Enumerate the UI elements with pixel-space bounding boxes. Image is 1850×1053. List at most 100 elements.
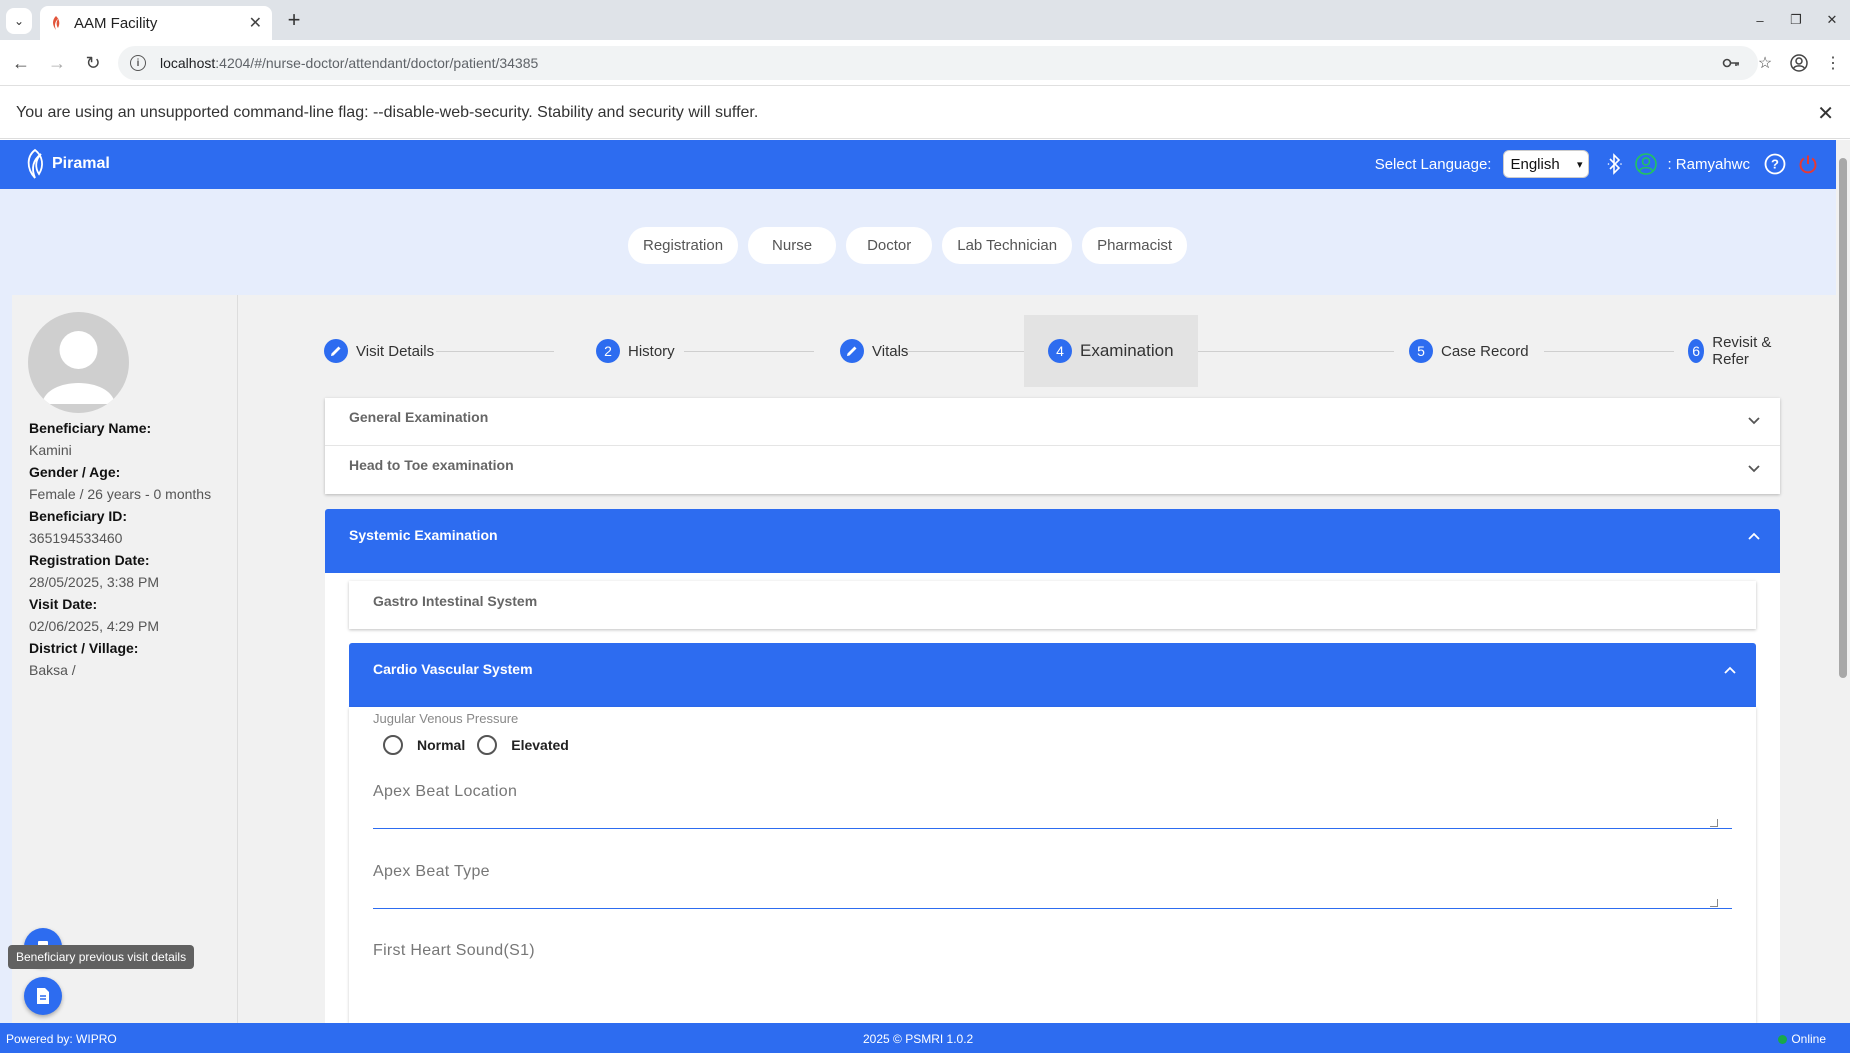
step-revisit-refer[interactable]: 6 Revisit & Refer [1688,315,1780,387]
registration-date: 28/05/2025, 3:38 PM [29,574,159,590]
window-controls: – ❐ ✕ [1742,0,1850,40]
language-select[interactable]: English ▾ [1503,150,1590,178]
reload-icon[interactable]: ↻ [80,50,106,76]
first-heart-sound-field[interactable]: First Heart Sound(S1) [373,942,1732,982]
menu-kebab-icon[interactable]: ⋮ [1816,50,1850,76]
step-case-record[interactable]: 5 Case Record [1409,315,1529,387]
role-tab-doctor[interactable]: Doctor [846,227,933,264]
browser-tab[interactable]: AAM Facility ✕ [40,6,272,40]
piramal-logo: Piramal [24,148,110,180]
logout-power-icon[interactable] [1798,154,1818,174]
chevron-down-icon [1748,460,1760,476]
beneficiary-name: Kamini [29,442,72,458]
svg-text:?: ? [1771,157,1779,172]
scrollbar-thumb[interactable] [1839,158,1847,678]
infobar-close-icon[interactable]: ✕ [1817,101,1834,126]
general-examination-panel[interactable]: General Examination [325,398,1780,446]
role-tab-nurse[interactable]: Nurse [748,227,837,264]
restore-icon[interactable]: ❐ [1778,12,1814,28]
beneficiary-name-label: Beneficiary Name: [29,420,152,436]
jvp-radio-group: Normal Elevated [383,735,581,755]
footer-copyright: 2025 © PSMRI 1.0.2 [863,1032,974,1046]
field-label: First Heart Sound(S1) [373,942,535,959]
role-tabs-area: Registration Nurse Doctor Lab Technician… [0,189,1836,295]
step-label: Case Record [1441,342,1529,360]
district-village: Baksa / [29,662,76,678]
site-info-icon[interactable]: i [130,55,146,71]
piramal-logo-icon [27,148,43,179]
help-icon[interactable]: ? [1764,153,1786,175]
document-icon [37,988,49,1004]
field-label: Apex Beat Type [373,863,490,880]
jvp-label: Jugular Venous Pressure [373,711,519,726]
resize-handle-icon[interactable] [1710,819,1718,827]
cardio-vascular-form: Jugular Venous Pressure Normal Elevated … [349,707,1756,1023]
apex-beat-type-field[interactable]: Apex Beat Type [373,863,1732,911]
minimize-icon[interactable]: – [1742,13,1778,28]
app-footer: Powered by: WIPRO 2025 © PSMRI 1.0.2 Onl… [0,1023,1850,1053]
step-number: 4 [1048,339,1072,363]
page-scrollbar[interactable] [1836,140,1850,1023]
apex-beat-location-field[interactable]: Apex Beat Location [373,783,1732,831]
footer-powered-by: Powered by: WIPRO [6,1032,117,1046]
jvp-normal-label[interactable]: Normal [417,737,465,753]
step-vitals[interactable]: Vitals [840,315,908,387]
pencil-icon [324,339,348,363]
step-number: 5 [1409,339,1433,363]
new-tab-button[interactable]: + [282,7,306,32]
beneficiary-id: 365194533460 [29,530,123,546]
bookmark-star-icon[interactable]: ☆ [1748,50,1782,76]
profile-icon[interactable] [1782,50,1816,76]
role-tab-registration[interactable]: Registration [628,227,739,264]
role-tab-pharmacist[interactable]: Pharmacist [1082,227,1188,264]
infobar-text: You are using an unsupported command-lin… [16,103,759,121]
password-key-icon[interactable] [1714,50,1748,76]
app-header: Piramal Select Language: English ▾ : Ram… [0,140,1836,189]
jvp-normal-radio[interactable] [383,735,403,755]
logo-text: Piramal [52,155,110,172]
beneficiary-id-label: Beneficiary ID: [29,508,128,524]
forward-icon[interactable]: → [44,50,70,76]
online-status-text: Online [1791,1032,1826,1046]
cardio-vascular-panel[interactable]: Cardio Vascular System [349,643,1756,707]
panel-title: General Examination [349,408,489,425]
jvp-elevated-radio[interactable] [477,735,498,755]
visit-date-label: Visit Date: [29,596,98,612]
patient-avatar [28,312,129,413]
online-status: Online [1778,1032,1826,1046]
step-examination[interactable]: 4 Examination [1024,315,1198,387]
url-field[interactable]: i localhost :4204/#/nurse-doctor/attenda… [118,46,1758,80]
back-icon[interactable]: ← [8,50,34,76]
user-avatar-icon[interactable] [1635,153,1658,175]
piramal-favicon-icon [50,16,64,30]
address-bar: ← → ↻ i localhost :4204/#/nurse-doctor/a… [0,40,1850,86]
registration-date-label: Registration Date: [29,552,150,568]
url-host: localhost [160,55,216,71]
head-to-toe-panel[interactable]: Head to Toe examination [325,446,1780,494]
step-number: 6 [1688,339,1705,363]
panel-title: Gastro Intestinal System [373,593,538,609]
role-tab-lab-technician[interactable]: Lab Technician [942,227,1073,264]
tab-search-icon[interactable]: ⌄ [6,8,32,34]
tooltip: Beneficiary previous visit details [8,945,195,969]
chevron-down-icon: ▾ [1576,158,1583,171]
case-sheet-button[interactable] [24,977,62,1015]
pencil-icon [840,339,864,363]
window-close-icon[interactable]: ✕ [1814,12,1850,28]
chevron-down-icon [1748,412,1760,428]
gastro-intestinal-panel[interactable]: Gastro Intestinal System [349,581,1756,629]
step-label: Vitals [872,342,909,360]
gender-age: Female / 26 years - 0 months [29,486,212,502]
tab-title: AAM Facility [74,14,158,32]
resize-handle-icon[interactable] [1710,899,1718,907]
jvp-elevated-label[interactable]: Elevated [511,737,569,753]
bluetooth-icon[interactable] [1607,153,1623,175]
tab-close-icon[interactable]: ✕ [249,13,262,33]
step-visit-details[interactable]: Visit Details [324,315,434,387]
systemic-examination-panel[interactable]: Systemic Examination [325,509,1780,573]
language-label: Select Language: [1374,155,1492,173]
step-history[interactable]: 2 History [596,315,675,387]
step-label: Examination [1080,341,1174,360]
district-village-label: District / Village: [29,640,139,656]
url-path: :4204/#/nurse-doctor/attendant/doctor/pa… [215,55,539,71]
